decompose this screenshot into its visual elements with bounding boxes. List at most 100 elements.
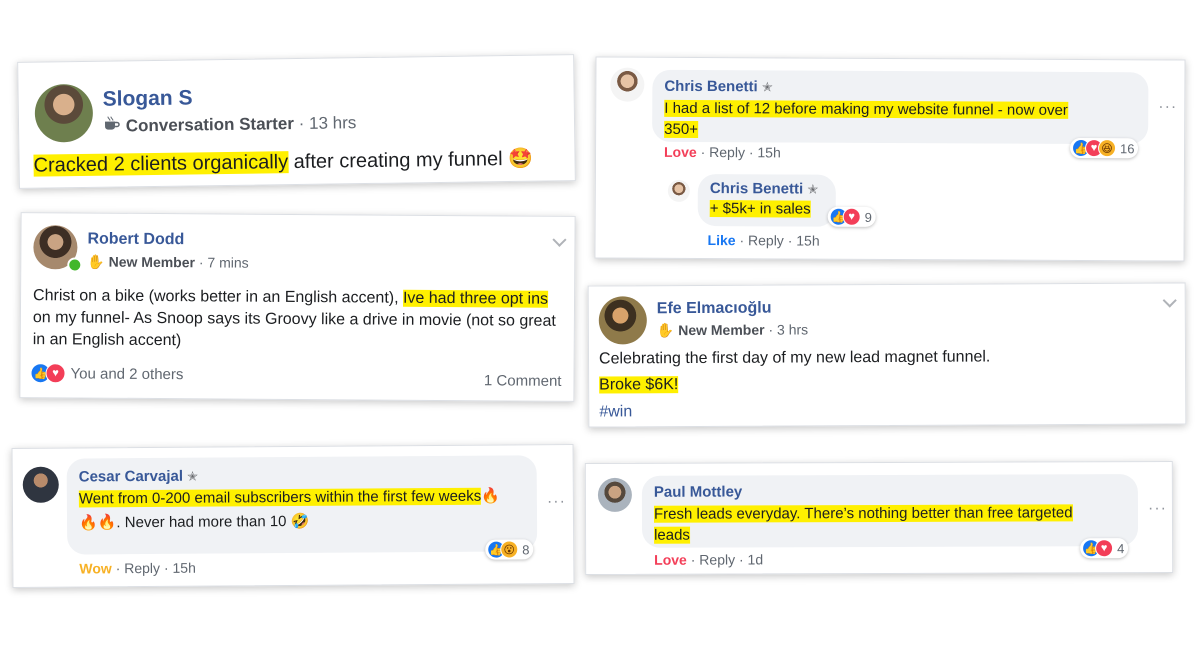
comment-author: Paul Mottley: [654, 482, 1126, 500]
separator: ·: [738, 551, 744, 568]
more-options-icon[interactable]: ···: [1158, 98, 1177, 116]
chevron-down-icon[interactable]: [552, 232, 567, 247]
author-name[interactable]: Chris Benetti: [710, 180, 803, 197]
react-love-button[interactable]: Love: [654, 552, 687, 568]
rofl-emoji-icon: 🤣: [290, 512, 310, 531]
reaction-count: 4: [1117, 540, 1125, 556]
reaction-badge[interactable]: 👍 ♥ 4: [1080, 538, 1129, 559]
reaction-count: 16: [1120, 140, 1135, 156]
react-love-button[interactable]: Love: [664, 144, 697, 160]
avatar-efe[interactable]: [598, 296, 647, 345]
comment-text: I had a list of 12 before making my webs…: [664, 98, 1136, 142]
reply-button[interactable]: Reply: [124, 560, 160, 576]
fire-emoji-icon: 🔥: [481, 487, 500, 505]
reply-button[interactable]: Reply: [748, 232, 784, 248]
post-text: Christ on a bike (works better in an Eng…: [33, 285, 568, 355]
comment-actions: Love · Reply · 1d: [654, 551, 763, 567]
react-like-button[interactable]: Like: [708, 232, 736, 248]
comment-bubble: Cesar Carvajal ✭ Went from 0-200 email s…: [66, 455, 538, 555]
reply-bubble: Chris Benetti ✭ + $5k+ in sales: [697, 173, 836, 227]
member-badge: New Member: [678, 321, 765, 339]
highlighted-text: I had a list of 12 before making my webs…: [664, 99, 1068, 119]
post-text: Celebrating the first day of my new lead…: [598, 348, 991, 368]
highlighted-text: Cracked 2 clients organically: [33, 151, 289, 177]
waving-hand-icon: ✋: [87, 253, 105, 270]
highlighted-text: + $5k+ in sales: [709, 200, 811, 218]
separator: ·: [690, 551, 696, 568]
comment-text: Went from 0-200 email subscribers within…: [78, 484, 525, 535]
reply-actions: Like · Reply · 15h: [708, 232, 820, 249]
avatar-chris[interactable]: [610, 67, 645, 102]
separator: ·: [298, 113, 305, 133]
reaction-names: You and 2 others: [70, 364, 184, 383]
comment-time[interactable]: 15h: [757, 144, 780, 160]
comment-actions: Love · Reply · 15h: [664, 144, 781, 161]
online-status-indicator: [67, 257, 83, 273]
member-badge: New Member: [108, 253, 196, 271]
comment-count[interactable]: 1 Comment: [484, 372, 562, 390]
avatar-chris-reply[interactable]: [667, 179, 690, 202]
highlighted-text: Fresh leads everyday. There’s nothing be…: [653, 504, 1073, 523]
comment-card-cesar: Cesar Carvajal ✭ Went from 0-200 email s…: [11, 444, 575, 588]
post-text: Cracked 2 clients organically after crea…: [33, 146, 533, 178]
comment-author: Cesar Carvajal ✭: [79, 465, 525, 486]
highlighted-text: leads: [654, 526, 690, 544]
star-struck-emoji-icon: 🤩: [508, 147, 534, 171]
chevron-down-icon[interactable]: [1162, 293, 1177, 308]
author-name[interactable]: Cesar Carvajal: [79, 468, 183, 486]
post-text-line-2: Broke $6K!: [599, 376, 679, 394]
react-wow-button[interactable]: Wow: [79, 560, 112, 576]
avatar-cesar[interactable]: [22, 466, 59, 503]
author-name[interactable]: Robert Dodd: [87, 231, 184, 250]
author-name[interactable]: Slogan S: [103, 86, 193, 111]
post-time[interactable]: 13 hrs: [309, 113, 357, 133]
highlighted-text: Went from 0-200 email subscribers within…: [78, 487, 482, 508]
hashtag-link[interactable]: #win: [599, 403, 632, 421]
reply-button[interactable]: Reply: [709, 144, 745, 160]
reaction-summary[interactable]: 👍 ♥ You and 2 others: [30, 363, 183, 384]
comment-text-rest: . Never had more than 10: [116, 513, 291, 532]
comment-author: Chris Benetti ✭: [664, 78, 1136, 97]
author-name[interactable]: Chris Benetti: [664, 78, 757, 95]
more-options-icon[interactable]: ···: [1148, 500, 1167, 518]
post-card-robert: Robert Dodd ✋ New Member · 7 mins Christ…: [19, 212, 576, 402]
comment-time[interactable]: 15h: [172, 560, 195, 576]
highlighted-text: Broke $6K!: [599, 376, 679, 394]
comment-bubble: Paul Mottley Fresh leads everyday. There…: [641, 474, 1139, 548]
star-badge-icon: ✭: [761, 79, 773, 95]
comment-actions: Wow · Reply · 15h: [79, 560, 196, 577]
highlighted-text: 350+: [664, 120, 698, 138]
comment-time[interactable]: 15h: [796, 233, 819, 249]
more-options-icon[interactable]: ···: [547, 493, 566, 511]
highlighted-text: Ive had three opt ins: [402, 289, 549, 308]
comment-card-chris: Chris Benetti ✭ I had a list of 12 befor…: [594, 56, 1186, 262]
waving-hand-icon: ✋: [656, 322, 675, 339]
author-name[interactable]: Paul Mottley: [654, 483, 742, 500]
love-icon: ♥: [45, 363, 66, 384]
separator: ·: [198, 254, 204, 271]
comment-time[interactable]: 1d: [748, 551, 764, 567]
love-icon: ♥: [842, 207, 861, 226]
comment-bubble: Chris Benetti ✭ I had a list of 12 befor…: [652, 69, 1149, 145]
reply-button[interactable]: Reply: [699, 552, 735, 568]
post-time[interactable]: 7 mins: [207, 254, 248, 270]
haha-icon: 😆: [1098, 139, 1117, 158]
reaction-count: 9: [864, 209, 872, 225]
comment-card-paul: Paul Mottley Fresh leads everyday. There…: [584, 460, 1174, 576]
coffee-cup-icon: [103, 116, 126, 135]
author-meta: ✋ New Member · 7 mins: [87, 254, 248, 272]
star-badge-icon: ✭: [807, 181, 819, 197]
member-badge: Conversation Starter: [125, 114, 295, 136]
reaction-badge[interactable]: 👍 ♥ 😆 16: [1070, 137, 1139, 159]
post-time[interactable]: 3 hrs: [777, 321, 808, 337]
avatar-paul[interactable]: [597, 477, 632, 512]
reaction-count: 8: [522, 541, 530, 557]
wow-icon: 😮: [500, 540, 519, 559]
post-card-slogan: Slogan S Conversation Starter · 13 hrs C…: [17, 54, 576, 189]
fire-emoji-icon: 🔥🔥: [78, 514, 117, 532]
reaction-badge[interactable]: 👍 ♥ 9: [827, 206, 876, 227]
post-card-efe: Efe Elmacıoğlu ✋ New Member · 3 hrs Cele…: [587, 282, 1187, 428]
avatar-slogan[interactable]: [34, 83, 94, 143]
reaction-badge[interactable]: 👍 😮 8: [485, 539, 534, 560]
author-name[interactable]: Efe Elmacıoğlu: [657, 300, 772, 319]
